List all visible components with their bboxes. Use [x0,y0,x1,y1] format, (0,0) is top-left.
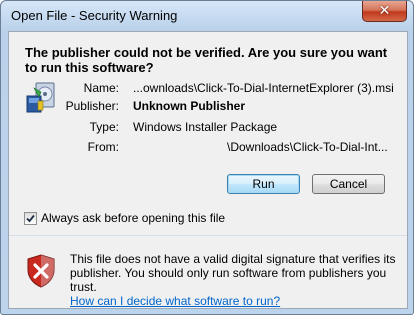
help-link[interactable]: How can I decide what software to run? [70,294,280,308]
signature-warning: This file does not have a valid digital … [70,252,400,308]
from-label: From: [87,140,119,154]
name-value: ...ownloads\Click-To-Dial-InternetExplor… [133,81,394,95]
window-title: Open File - Security Warning [11,8,178,23]
shield-error-icon [27,254,55,288]
always-ask-label: Always ask before opening this file [41,211,226,225]
security-warning-dialog: Open File - Security Warning ✕ The publi… [0,0,414,315]
from-value: \Downloads\Click-To-Dial-Int... [227,140,388,154]
always-ask-row[interactable]: Always ask before opening this file [24,211,225,225]
separator [9,235,407,236]
type-label: Type: [89,120,119,134]
signature-warning-text: This file does not have a valid digital … [70,252,396,294]
publisher-label: Publisher: [65,99,119,113]
windows-installer-icon [26,82,55,113]
warning-heading: The publisher could not be verified. Are… [25,45,388,75]
checkmark-icon [26,214,35,222]
type-value: Windows Installer Package [133,120,278,134]
cancel-button[interactable]: Cancel [312,174,385,194]
close-button[interactable]: ✕ [362,1,407,22]
always-ask-checkbox[interactable] [24,211,37,225]
close-icon: ✕ [378,3,391,19]
publisher-value: Unknown Publisher [133,99,246,113]
dialog-client-area: The publisher could not be verified. Are… [8,31,408,309]
name-label: Name: [83,81,119,95]
run-button[interactable]: Run [227,174,300,194]
